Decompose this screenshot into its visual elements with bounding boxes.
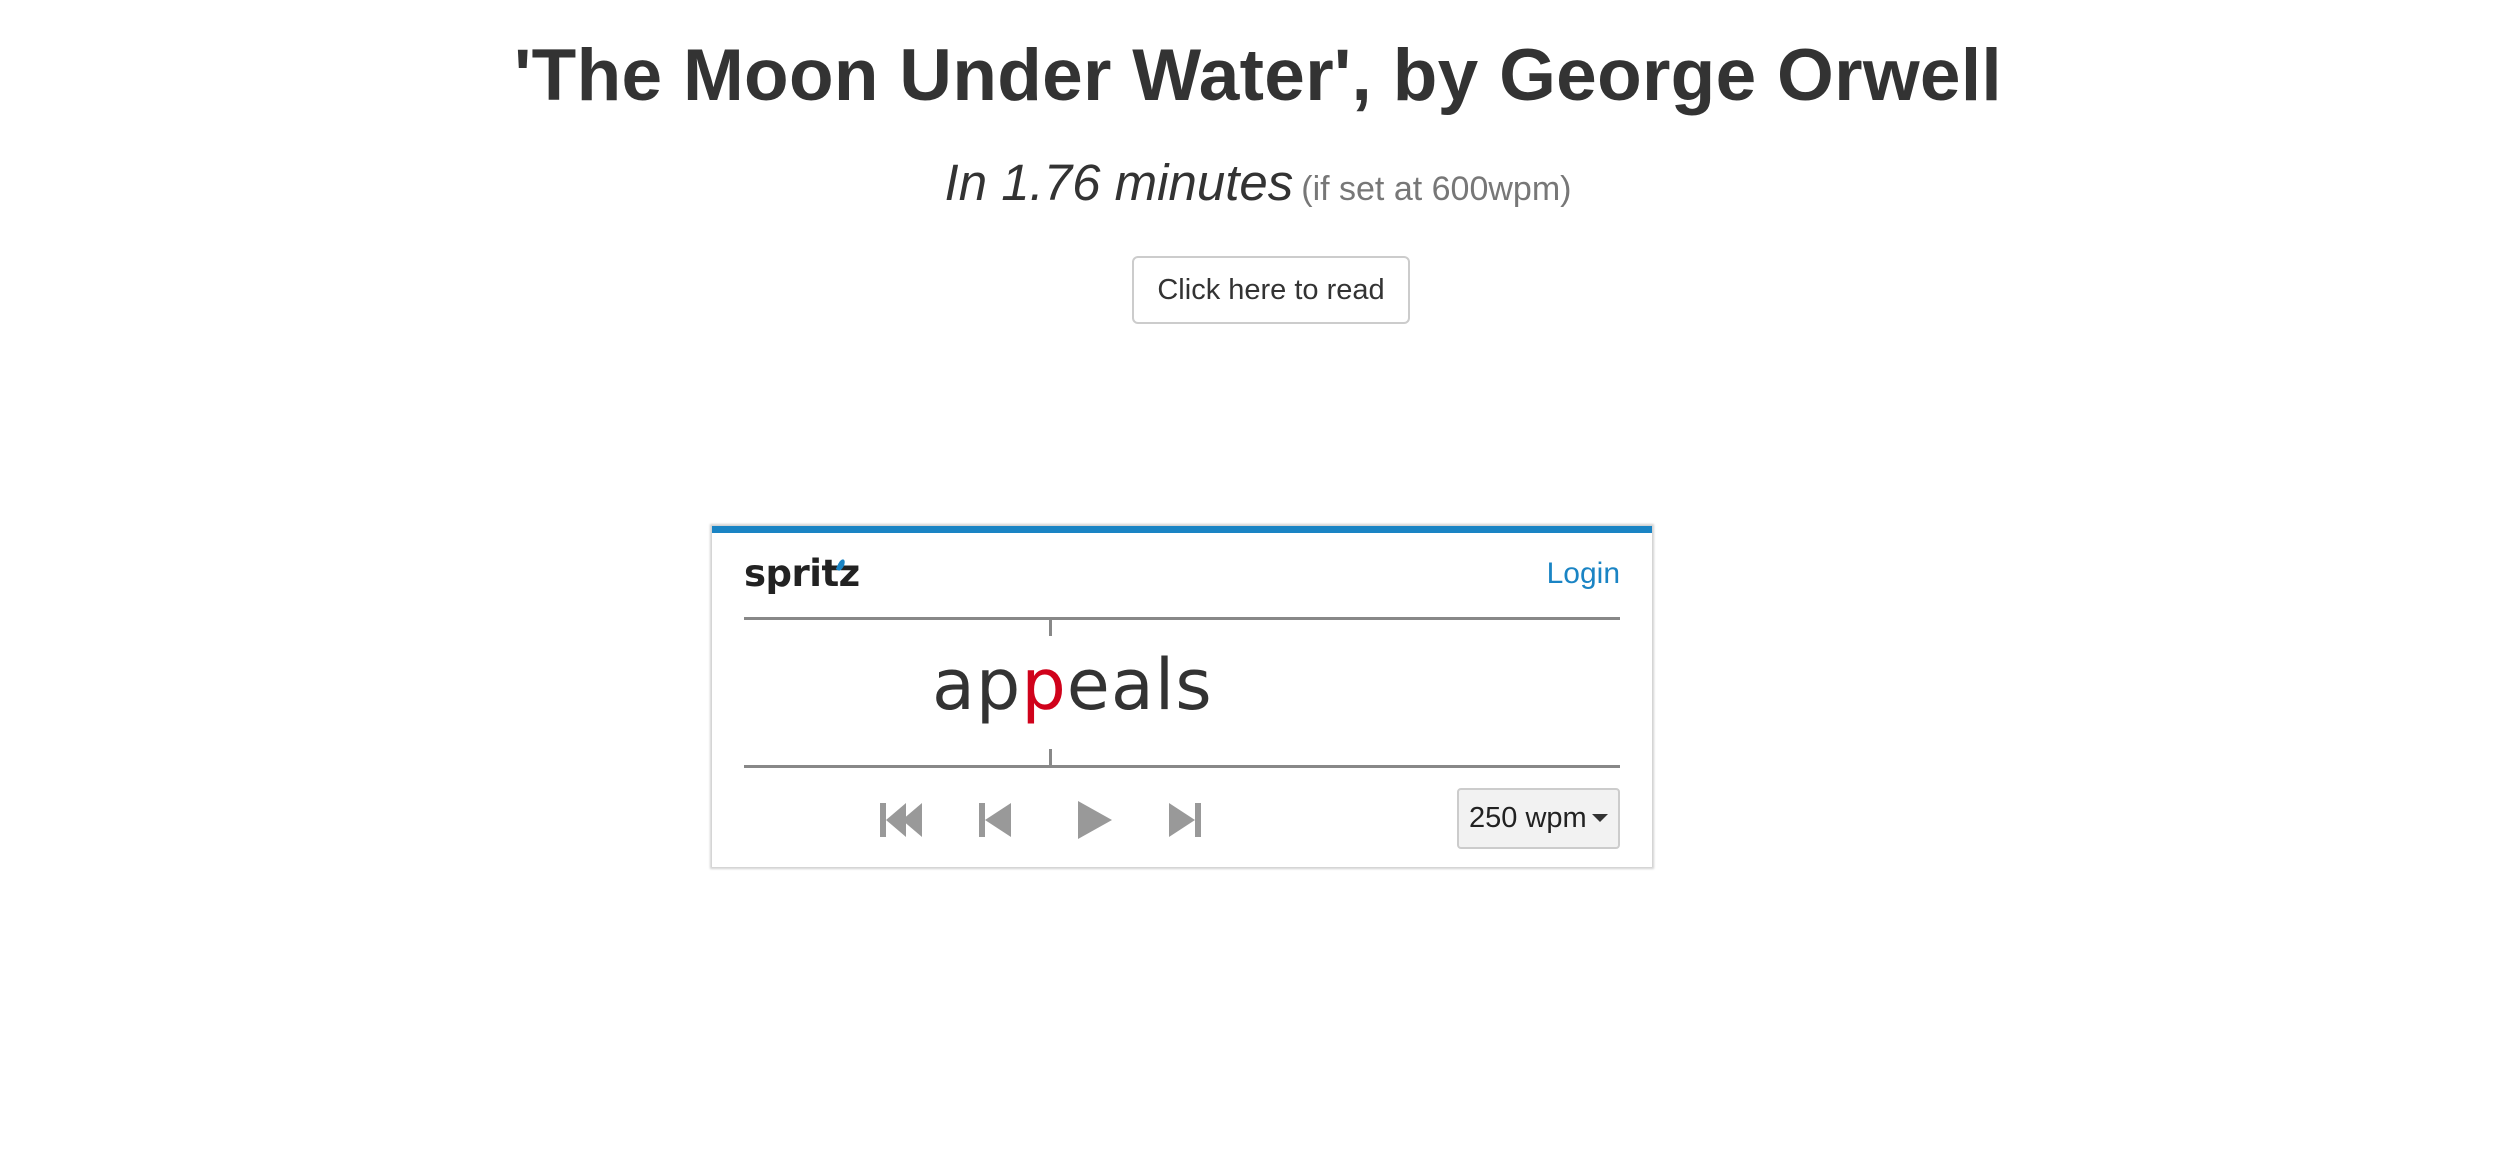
login-link[interactable]: Login (1547, 551, 1620, 597)
current-word: appeals (932, 635, 1213, 735)
speed-dropdown[interactable]: 250 wpm (1457, 788, 1620, 849)
reading-time: In 1.76 minutes (if set at 600wpm) (0, 148, 2516, 231)
chevron-down-icon (1592, 814, 1608, 822)
word-before-pivot: ap (932, 644, 1022, 726)
focus-marker-top (1049, 620, 1052, 636)
page-title: 'The Moon Under Water', by George Orwell (514, 35, 2002, 116)
play-icon[interactable] (1062, 783, 1122, 853)
reading-time-value: In 1.76 minutes (944, 154, 1294, 211)
reader-top-line (744, 617, 1620, 620)
reading-time-note: (if set at 600wpm) (1301, 170, 1572, 208)
reader-bottom-line (744, 765, 1620, 768)
spritz-reader-widget: spritz Login appeals 250 wpm (712, 526, 1652, 867)
speed-dropdown-label: 250 wpm (1469, 802, 1587, 834)
word-after-pivot: eals (1066, 644, 1213, 726)
rewind-to-start-icon[interactable] (872, 783, 932, 853)
word-pivot-letter: p (1021, 644, 1067, 726)
spritz-logo: spritz (744, 552, 860, 595)
forward-icon[interactable] (1157, 783, 1217, 853)
back-icon[interactable] (967, 783, 1027, 853)
focus-marker-bottom (1049, 749, 1052, 765)
click-to-read-button[interactable]: Click here to read (1132, 256, 1410, 324)
